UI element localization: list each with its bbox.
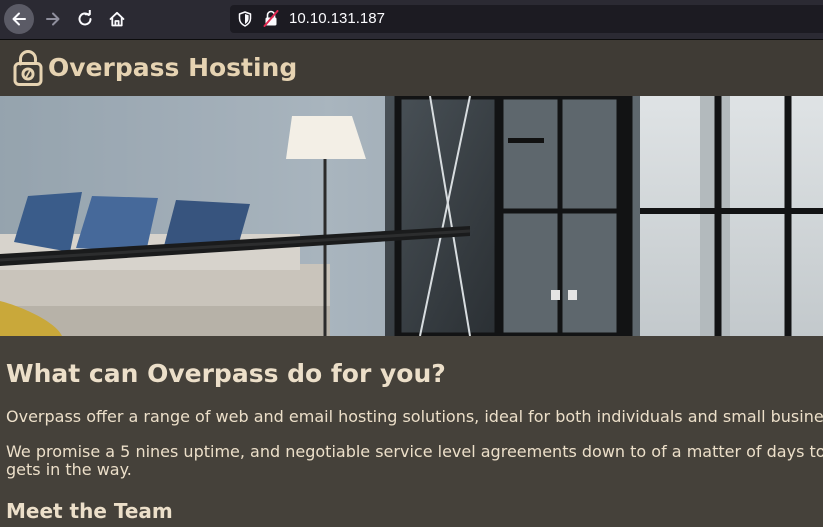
uptime-paragraph-line-2: gets in the way. — [6, 460, 132, 479]
arrow-left-icon — [12, 12, 26, 26]
main-content: What can Overpass do for you? Overpass o… — [6, 358, 823, 523]
url-text[interactable]: 10.10.131.187 — [289, 10, 385, 28]
office-photo — [0, 96, 823, 336]
insecure-lock-icon[interactable] — [263, 10, 279, 27]
arrow-right-icon — [46, 12, 60, 26]
padlock-icon — [13, 50, 43, 86]
forward-button[interactable] — [38, 4, 68, 34]
browser-toolbar: 10.10.131.187 — [0, 0, 823, 40]
site-title: Overpass Hosting — [48, 53, 298, 82]
reload-icon — [78, 10, 92, 26]
uptime-paragraph-line-1: We promise a 5 nines uptime, and negotia… — [6, 443, 823, 461]
back-button[interactable] — [4, 4, 34, 34]
intro-paragraph: Overpass offer a range of web and email … — [6, 407, 823, 426]
section-heading: What can Overpass do for you? — [6, 359, 446, 388]
hero-image — [0, 96, 823, 336]
home-button[interactable] — [102, 4, 132, 34]
url-bar[interactable]: 10.10.131.187 — [230, 5, 823, 33]
team-heading: Meet the Team — [6, 499, 173, 523]
site-header: Overpass Hosting — [0, 40, 823, 96]
reload-button[interactable] — [70, 4, 100, 34]
tracking-shield-icon[interactable] — [238, 11, 252, 27]
uptime-paragraph: We promise a 5 nines uptime, and negotia… — [6, 443, 823, 479]
web-page: Overpass Hosting What can Overpass do fo… — [0, 40, 823, 527]
home-icon — [109, 11, 125, 27]
